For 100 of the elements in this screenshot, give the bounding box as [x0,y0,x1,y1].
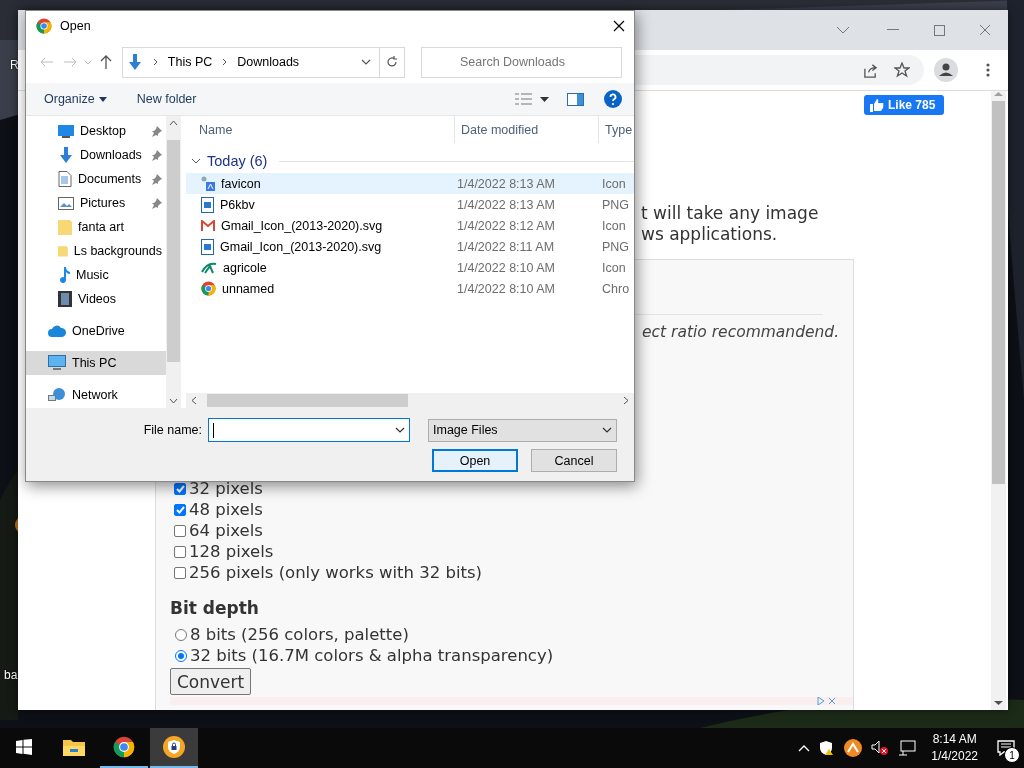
round-logo-icon [113,736,135,758]
navigation-item[interactable]: Documents [26,167,166,191]
navigation-item[interactable]: Music [26,263,166,287]
shield-icon[interactable] [819,740,836,756]
checkbox[interactable] [174,545,186,558]
scroll-down-icon[interactable] [169,398,178,404]
file-row[interactable]: unnamed 1/4/2022 8:10 AM Chro [186,278,634,299]
checkbox[interactable] [174,503,186,516]
navigation-item[interactable]: Pictures [26,191,166,215]
navigation-item[interactable]: Videos [26,287,166,311]
chevron-down-icon[interactable] [361,59,372,65]
caret-icon[interactable] [540,96,549,102]
picture-icon [58,196,74,210]
pin-icon[interactable] [151,173,162,185]
network-icon[interactable] [898,740,917,756]
file-row[interactable]: Gmail_Icon_(2013-2020).svg 1/4/2022 8:12 AM Icon [186,215,634,236]
breadcrumb-item[interactable]: This PC [167,55,213,69]
monitor-icon [58,124,74,138]
file-row[interactable]: agricole 1/4/2022 8:10 AM Icon [186,257,634,278]
folder-icon [58,219,72,235]
checkbox[interactable] [174,482,186,495]
checkbox-label: 256 pixels (only works with 32 bits) [189,563,483,582]
navigation-item[interactable]: fanta art [26,215,166,239]
music-note-icon [58,267,70,283]
column-header[interactable]: Name [186,116,455,143]
share-icon[interactable] [863,62,878,78]
image-file-icon [201,196,214,213]
desktop-icon-label[interactable]: R [10,58,19,72]
file-type-dropdown[interactable]: Image Files [428,418,617,442]
help-icon[interactable] [604,90,622,108]
navigation-item[interactable]: OneDrive [26,319,166,343]
tab-search-icon[interactable] [836,26,850,34]
shield-lock-icon[interactable] [163,736,185,758]
file-date: 1/4/2022 8:12 AM [457,218,556,233]
taskbar-app[interactable] [150,728,198,768]
address-bar[interactable]: This PC Downloads [121,46,381,78]
chevron-up-icon[interactable] [798,744,811,752]
radio-button[interactable] [175,628,187,641]
download-arrow-icon [126,54,143,70]
minimize-icon[interactable] [887,29,899,31]
collapse-icon[interactable] [191,158,201,164]
pin-icon[interactable] [151,149,162,161]
checkbox[interactable] [174,524,186,537]
profile-icon[interactable] [934,58,958,82]
start-icon[interactable] [16,739,32,755]
more-menu-icon[interactable] [986,63,990,77]
like-button[interactable]: Like 785 [864,95,944,115]
clock[interactable]: 8:14 AM 1/4/2022 [931,731,978,765]
folder-icon [58,243,68,259]
file-name: P6kbv [220,197,255,212]
intro-text: t will take any image [641,203,820,224]
navigation-item[interactable]: This PC [26,351,166,375]
file-name: unnamed [222,281,275,296]
star-icon[interactable] [894,62,910,78]
convert-button[interactable]: Convert [170,668,252,695]
chevron-down-icon[interactable] [395,427,405,433]
column-header[interactable]: Date modified [455,116,599,143]
file-row[interactable]: favicon 1/4/2022 8:13 AM Icon [186,173,634,194]
navigation-item[interactable]: Desktop [26,119,166,143]
scroll-left-icon[interactable] [191,396,197,405]
open-button[interactable]: Open [432,449,518,472]
new-folder-button[interactable]: New folder [136,92,197,106]
chevron-down-icon[interactable] [602,427,612,433]
preview-pane-icon[interactable] [567,92,584,106]
up-arrow-icon[interactable] [100,55,113,69]
scroll-right-icon[interactable] [623,396,629,405]
organize-menu[interactable]: Organize [44,92,107,106]
speaker-muted-icon[interactable] [871,740,890,756]
file-row[interactable]: Gmail_Icon_(2013-2020).svg 1/4/2022 8:11 AM PNG [186,236,634,257]
scrollbar[interactable] [166,116,181,408]
folder-icon[interactable] [63,738,85,756]
checkbox-label: 128 pixels [189,542,274,561]
clock-time: 8:14 AM [932,731,977,748]
breadcrumb-item[interactable]: Downloads [237,55,300,69]
navigation-item[interactable]: Network [26,383,166,407]
close-icon[interactable] [613,20,625,32]
scrollbar[interactable] [186,393,634,408]
file-name-field[interactable] [208,418,410,442]
refresh-icon[interactable] [386,56,399,68]
download-arrow-icon [58,147,74,163]
scroll-down-icon[interactable] [994,700,1003,706]
pin-icon[interactable] [151,125,162,137]
navigation-item[interactable]: Ls backgrounds [26,239,166,263]
section-heading: Bit depth [170,598,260,618]
round-badge-icon[interactable] [844,739,863,757]
group-header[interactable]: Today (6) [207,153,268,169]
scrollbar[interactable] [991,91,1006,710]
search-field[interactable]: Search Downloads [421,46,622,78]
radio-button[interactable] [175,649,187,662]
scroll-up-icon[interactable] [169,120,178,126]
file-row[interactable]: P6kbv 1/4/2022 8:13 AM PNG [186,194,634,215]
computer-icon [48,355,66,371]
desktop-icon-label[interactable]: ba [4,668,18,682]
file-type: Chro [602,281,631,296]
pin-icon[interactable] [151,197,162,209]
cancel-button[interactable]: Cancel [531,449,617,472]
maximize-icon[interactable] [933,24,945,36]
column-header[interactable]: Type [599,116,633,143]
checkbox[interactable] [174,566,186,579]
navigation-item[interactable]: Downloads [26,143,166,167]
